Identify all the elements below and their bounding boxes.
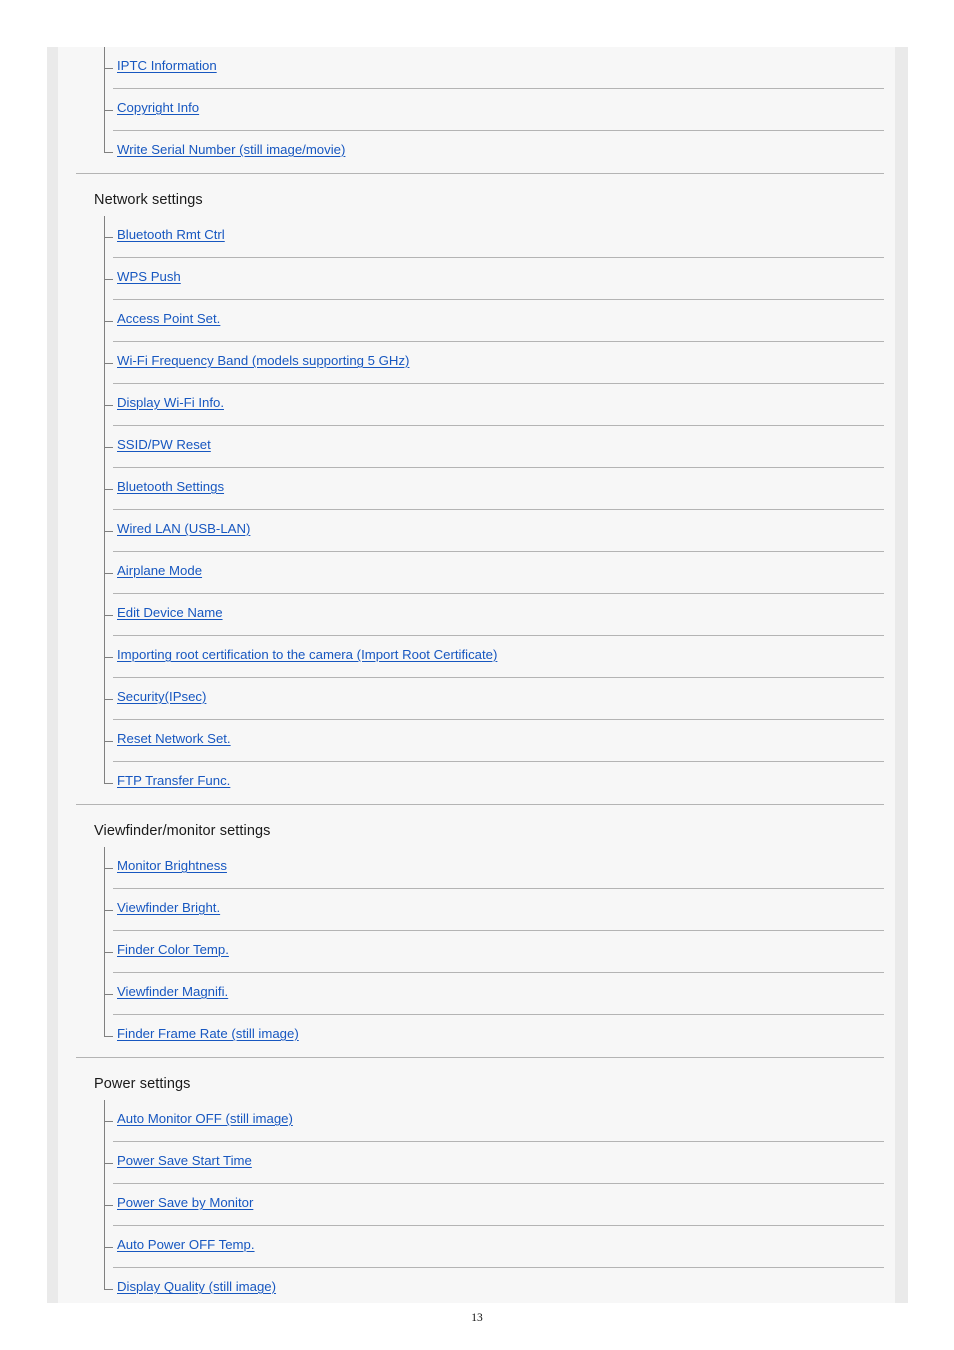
toc-link[interactable]: Wi-Fi Frequency Band (models supporting … — [117, 354, 409, 367]
section-heading: Viewfinder/monitor settings — [94, 823, 271, 839]
toc-link[interactable]: Display Wi-Fi Info. — [117, 396, 224, 409]
toc-entry[interactable]: Airplane Mode — [104, 552, 884, 594]
toc-entry[interactable]: Write Serial Number (still image/movie) — [104, 131, 884, 173]
toc-link[interactable]: Reset Network Set. — [117, 732, 231, 745]
toc-entry[interactable]: Wi-Fi Frequency Band (models supporting … — [104, 342, 884, 384]
section-heading: Network settings — [94, 192, 203, 208]
page-number: 13 — [471, 1312, 483, 1324]
toc-link[interactable]: Access Point Set. — [117, 312, 220, 325]
toc-link[interactable]: Security(IPsec) — [117, 690, 206, 703]
toc-tree: IPTC Information Copyright Info Write Seri… — [76, 47, 884, 173]
toc-tree: Bluetooth Rmt Ctrl WPS Push Access Point S… — [76, 216, 884, 804]
toc-section: Network settings Bluetooth Rmt Ctrl WPS Pu… — [76, 173, 884, 804]
toc-entry[interactable]: IPTC Information — [104, 47, 884, 89]
toc-link[interactable]: Edit Device Name — [117, 606, 223, 619]
toc-link[interactable]: Copyright Info — [117, 101, 199, 114]
toc-section: Power settings Auto Monitor OFF (still im… — [76, 1057, 884, 1310]
toc-entry[interactable]: Importing root certification to the came… — [104, 636, 884, 678]
toc-link[interactable]: Finder Frame Rate (still image) — [117, 1027, 299, 1040]
toc-link[interactable]: Power Save by Monitor — [117, 1196, 253, 1209]
toc-entry[interactable]: Auto Power OFF Temp. — [104, 1226, 884, 1268]
toc-link[interactable]: Viewfinder Magnifi. — [117, 985, 228, 998]
toc-entry[interactable]: Wired LAN (USB-LAN) — [104, 510, 884, 552]
toc-link[interactable]: Auto Monitor OFF (still image) — [117, 1112, 293, 1125]
document-page: IPTC Information Copyright Info Write Seri… — [0, 0, 954, 1350]
toc-entry[interactable]: SSID/PW Reset — [104, 426, 884, 468]
page-gutter-left — [47, 47, 58, 1303]
toc-link[interactable]: Wired LAN (USB-LAN) — [117, 522, 250, 535]
page-sheet: IPTC Information Copyright Info Write Seri… — [58, 47, 895, 1303]
toc-tree: Monitor Brightness Viewfinder Bright. Find… — [76, 847, 884, 1057]
toc-entry[interactable]: Auto Monitor OFF (still image) — [104, 1100, 884, 1142]
toc-link[interactable]: FTP Transfer Func. — [117, 774, 230, 787]
toc-link[interactable]: SSID/PW Reset — [117, 438, 211, 451]
toc-entry[interactable]: FTP Transfer Func. — [104, 762, 884, 804]
toc-link[interactable]: IPTC Information — [117, 59, 217, 72]
toc-link[interactable]: Bluetooth Rmt Ctrl — [117, 228, 225, 241]
toc-entry[interactable]: Access Point Set. — [104, 300, 884, 342]
toc-entry[interactable]: Security(IPsec) — [104, 678, 884, 720]
toc-link[interactable]: WPS Push — [117, 270, 181, 283]
toc-link[interactable]: Monitor Brightness — [117, 859, 227, 872]
toc-entry[interactable]: Monitor Brightness — [104, 847, 884, 889]
toc-entry[interactable]: Power Save Start Time — [104, 1142, 884, 1184]
toc-link[interactable]: Write Serial Number (still image/movie) — [117, 143, 345, 156]
toc-entry[interactable]: Bluetooth Rmt Ctrl — [104, 216, 884, 258]
toc-entry[interactable]: Display Quality (still image) — [104, 1268, 884, 1310]
toc-section: Viewfinder/monitor settings Monitor Brigh… — [76, 804, 884, 1057]
toc-entry[interactable]: Reset Network Set. — [104, 720, 884, 762]
toc-entry[interactable]: Bluetooth Settings — [104, 468, 884, 510]
toc-entry[interactable]: Viewfinder Bright. — [104, 889, 884, 931]
table-of-contents: IPTC Information Copyright Info Write Seri… — [76, 47, 884, 1310]
toc-entry[interactable]: WPS Push — [104, 258, 884, 300]
toc-link[interactable]: Bluetooth Settings — [117, 480, 224, 493]
toc-link[interactable]: Finder Color Temp. — [117, 943, 229, 956]
toc-link[interactable]: Airplane Mode — [117, 564, 202, 577]
toc-link[interactable]: Viewfinder Bright. — [117, 901, 220, 914]
toc-entry[interactable]: Finder Frame Rate (still image) — [104, 1015, 884, 1057]
toc-link[interactable]: Importing root certification to the came… — [117, 648, 497, 661]
toc-entry[interactable]: Finder Color Temp. — [104, 931, 884, 973]
page-gutter-right — [895, 47, 908, 1303]
toc-entry[interactable]: Edit Device Name — [104, 594, 884, 636]
toc-link[interactable]: Auto Power OFF Temp. — [117, 1238, 255, 1251]
toc-link[interactable]: Display Quality (still image) — [117, 1280, 276, 1293]
toc-tree: Auto Monitor OFF (still image) Power Save… — [76, 1100, 884, 1310]
toc-entry[interactable]: Viewfinder Magnifi. — [104, 973, 884, 1015]
toc-section: IPTC Information Copyright Info Write Seri… — [76, 47, 884, 173]
toc-entry[interactable]: Power Save by Monitor — [104, 1184, 884, 1226]
toc-entry[interactable]: Display Wi-Fi Info. — [104, 384, 884, 426]
section-heading: Power settings — [94, 1076, 191, 1092]
toc-link[interactable]: Power Save Start Time — [117, 1154, 252, 1167]
toc-entry[interactable]: Copyright Info — [104, 89, 884, 131]
